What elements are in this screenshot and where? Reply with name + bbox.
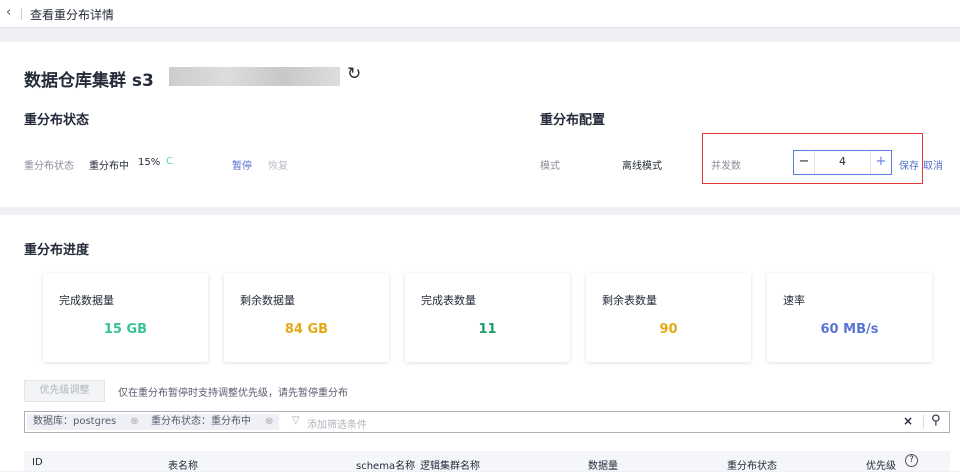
concurrency-stepper: − 4 + <box>793 150 892 175</box>
progress-heading: 重分布进度 <box>24 243 90 258</box>
mode-value: 离线模式 <box>622 161 662 172</box>
col-logical-cluster[interactable]: 逻辑集群名称 <box>420 457 480 472</box>
stat-value: 84 GB <box>284 322 329 337</box>
stat-card-remaining-data: 剩余数据量 84 GB <box>224 273 389 362</box>
stat-label: 速率 <box>783 294 805 307</box>
filter-tag-status: 重分布状态：重分布中 ⊗ <box>145 414 280 430</box>
back-icon[interactable]: ‹ <box>6 5 11 20</box>
pause-button[interactable]: 暂停 <box>232 157 252 172</box>
filter-bar[interactable]: 数据库：postgres ⊗ 重分布状态：重分布中 ⊗ ▽ 添加筛选条件 × ⚲ <box>24 411 950 433</box>
clear-icon[interactable]: × <box>903 414 913 428</box>
status-label: 重分布状态 <box>24 161 74 172</box>
stat-value: 15 GB <box>103 322 148 337</box>
plus-button[interactable]: + <box>870 151 891 174</box>
priority-hint: 仅在重分布暂停时支持调整优先级，请先暂停重分布 <box>118 388 348 399</box>
concurrency-input[interactable]: 4 <box>815 151 870 174</box>
save-button[interactable]: 保存 <box>899 157 919 172</box>
divider <box>21 8 22 20</box>
filter-tag-database: 数据库：postgres ⊗ <box>27 414 145 430</box>
divider <box>923 415 924 429</box>
stat-value: 90 <box>659 322 678 337</box>
concurrency-label: 并发数 <box>711 161 741 172</box>
stat-label: 剩余表数量 <box>602 294 657 307</box>
remove-tag-icon[interactable]: ⊗ <box>265 416 273 427</box>
refresh-icon[interactable]: ↻ <box>347 64 361 84</box>
loading-icon: C <box>166 156 173 167</box>
help-icon[interactable]: ? <box>905 454 918 467</box>
stat-card-completed-tables: 完成表数量 11 <box>405 273 570 362</box>
cancel-button[interactable]: 取消 <box>923 157 943 172</box>
cluster-title: 数据仓库集群 s3 <box>24 71 154 91</box>
col-status[interactable]: 重分布状态 <box>727 457 777 472</box>
col-data-size[interactable]: 数据量 <box>588 457 618 472</box>
config-heading: 重分布配置 <box>540 113 606 128</box>
table-header <box>24 451 950 471</box>
remove-tag-icon[interactable]: ⊗ <box>130 416 138 427</box>
stat-label: 剩余数据量 <box>240 294 295 307</box>
priority-adjust-button[interactable]: 优先级调整 <box>24 380 105 402</box>
page-title: 查看重分布详情 <box>30 8 115 22</box>
filter-tag-label: 数据库：postgres <box>33 416 117 427</box>
minus-button[interactable]: − <box>794 151 815 174</box>
search-icon[interactable]: ⚲ <box>931 413 941 428</box>
filter-input[interactable]: 添加筛选条件 <box>307 416 367 431</box>
stat-card-completed-data: 完成数据量 15 GB <box>43 273 208 362</box>
col-id[interactable]: ID <box>32 457 43 468</box>
redacted-name <box>169 67 340 86</box>
filter-tag-label: 重分布状态：重分布中 <box>151 416 251 427</box>
col-schema[interactable]: schema名称 <box>356 457 415 472</box>
col-priority[interactable]: 优先级 <box>866 457 896 472</box>
info-panel: 数据仓库集群 s3 ↻ 重分布状态 重分布状态 重分布中 15% C 暂停 恢复… <box>0 42 960 207</box>
stat-card-rate: 速率 60 MB/s <box>767 273 932 362</box>
stat-card-remaining-tables: 剩余表数量 90 <box>586 273 751 362</box>
resume-button[interactable]: 恢复 <box>268 157 288 172</box>
top-bar: ‹ 查看重分布详情 <box>0 0 960 28</box>
stat-label: 完成数据量 <box>59 294 114 307</box>
filter-icon: ▽ <box>292 415 300 426</box>
col-table-name[interactable]: 表名称 <box>168 457 198 472</box>
status-value: 重分布中 <box>89 161 129 172</box>
status-heading: 重分布状态 <box>24 113 90 128</box>
mode-label: 模式 <box>540 161 560 172</box>
stat-value: 60 MB/s <box>820 322 879 337</box>
status-percent: 15% <box>138 157 161 168</box>
stat-value: 11 <box>478 322 497 337</box>
stat-label: 完成表数量 <box>421 294 476 307</box>
